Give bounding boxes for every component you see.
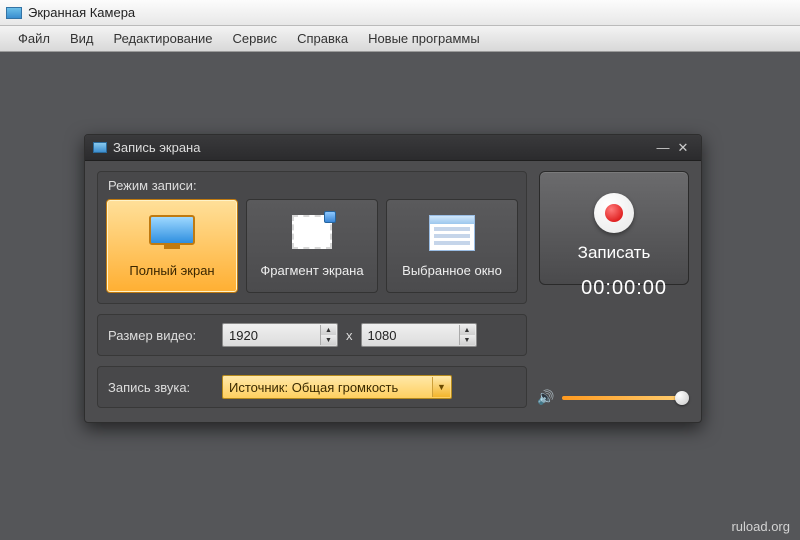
height-input[interactable]: 1080 ▲▼ bbox=[361, 323, 477, 347]
record-button[interactable]: Записать bbox=[539, 171, 689, 285]
dialog-icon bbox=[93, 142, 107, 153]
menu-edit[interactable]: Редактирование bbox=[104, 29, 223, 48]
chevron-down-icon: ▼ bbox=[432, 377, 450, 397]
menu-file[interactable]: Файл bbox=[8, 29, 60, 48]
fragment-icon bbox=[286, 215, 338, 255]
speaker-icon: 🔊 bbox=[537, 389, 554, 406]
audio-label: Запись звука: bbox=[108, 380, 214, 395]
height-value: 1080 bbox=[368, 328, 397, 343]
mode-fullscreen-label: Полный экран bbox=[129, 263, 214, 278]
app-titlebar: Экранная Камера bbox=[0, 0, 800, 26]
width-input[interactable]: 1920 ▲▼ bbox=[222, 323, 338, 347]
audio-source-combo[interactable]: Источник: Общая громкость ▼ bbox=[222, 375, 452, 399]
dialog-titlebar[interactable]: Запись экрана — ✕ bbox=[85, 135, 701, 161]
volume-control: 🔊 bbox=[537, 389, 687, 406]
timer: 00:00:00 bbox=[581, 277, 667, 300]
height-stepper[interactable]: ▲▼ bbox=[459, 325, 475, 345]
volume-slider[interactable] bbox=[562, 396, 687, 400]
video-size-label: Размер видео: bbox=[108, 328, 214, 343]
record-dialog: Запись экрана — ✕ Режим записи: Полный э… bbox=[84, 134, 702, 423]
monitor-icon bbox=[146, 215, 198, 255]
mode-fragment[interactable]: Фрагмент экрана bbox=[246, 199, 378, 293]
width-stepper[interactable]: ▲▼ bbox=[320, 325, 336, 345]
app-title: Экранная Камера bbox=[28, 5, 135, 20]
width-value: 1920 bbox=[229, 328, 258, 343]
window-icon bbox=[426, 215, 478, 255]
menu-service[interactable]: Сервис bbox=[223, 29, 288, 48]
dialog-title: Запись экрана bbox=[113, 140, 200, 155]
minimize-button[interactable]: — bbox=[653, 140, 673, 155]
menu-view[interactable]: Вид bbox=[60, 29, 104, 48]
dialog-body: Режим записи: Полный экран Фрагмент экра… bbox=[85, 161, 701, 422]
record-mode-group: Режим записи: Полный экран Фрагмент экра… bbox=[97, 171, 527, 304]
mode-fullscreen[interactable]: Полный экран bbox=[106, 199, 238, 293]
mode-fragment-label: Фрагмент экрана bbox=[260, 263, 363, 278]
video-size-row: Размер видео: 1920 ▲▼ x 1080 ▲▼ bbox=[97, 314, 527, 356]
close-button[interactable]: ✕ bbox=[673, 140, 693, 156]
menu-new-programs[interactable]: Новые программы bbox=[358, 29, 490, 48]
size-separator: x bbox=[346, 328, 353, 343]
audio-row: Запись звука: Источник: Общая громкость … bbox=[97, 366, 527, 408]
audio-source-value: Источник: Общая громкость bbox=[229, 380, 398, 395]
record-icon bbox=[594, 193, 634, 233]
menu-help[interactable]: Справка bbox=[287, 29, 358, 48]
mode-window-label: Выбранное окно bbox=[402, 263, 502, 278]
app-icon bbox=[6, 7, 22, 19]
volume-thumb[interactable] bbox=[675, 391, 689, 405]
menubar: Файл Вид Редактирование Сервис Справка Н… bbox=[0, 26, 800, 52]
mode-legend: Режим записи: bbox=[106, 178, 518, 193]
watermark: ruload.org bbox=[731, 519, 790, 534]
mode-window[interactable]: Выбранное окно bbox=[386, 199, 518, 293]
record-label: Записать bbox=[578, 243, 651, 263]
